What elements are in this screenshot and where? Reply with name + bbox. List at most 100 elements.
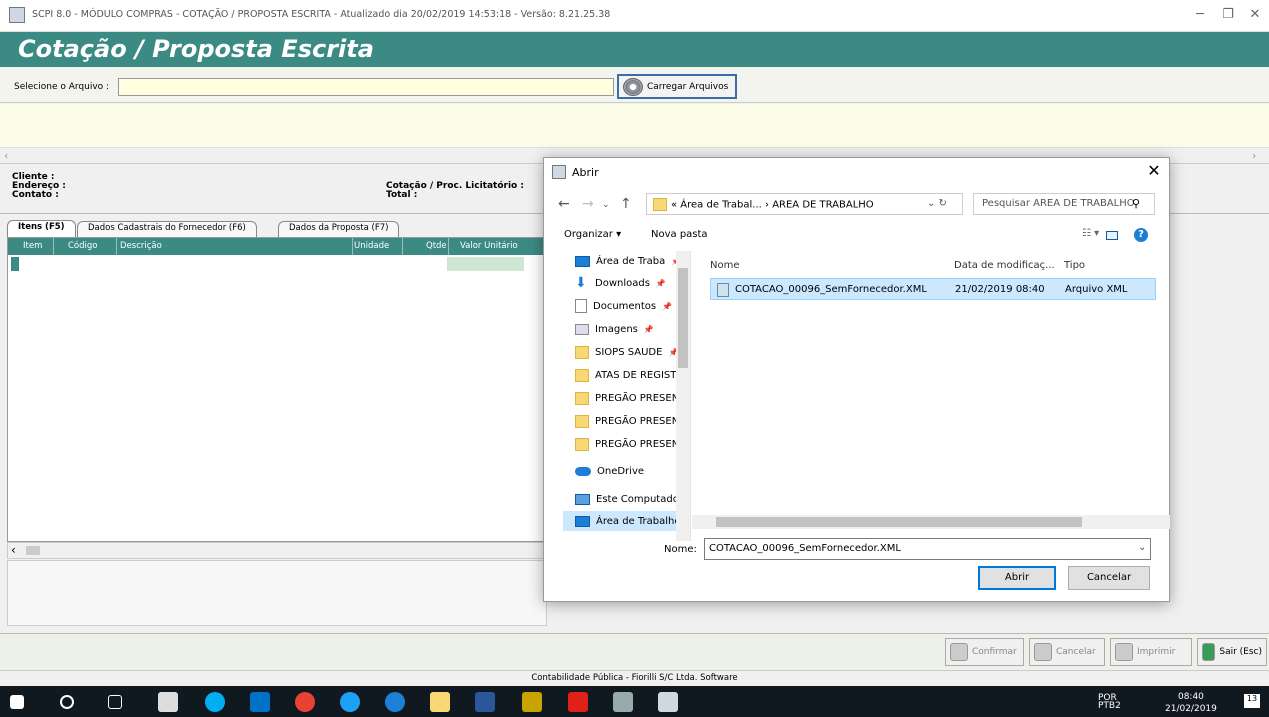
recent-dropdown-icon[interactable]: ⌄ [602,200,610,210]
file-list-scroll-thumb[interactable] [716,517,1082,527]
value-cell[interactable] [447,257,524,271]
tab-items[interactable]: Itens (F5) [7,220,76,238]
page-title: Cotação / Proposta Escrita [18,35,374,63]
col-name[interactable]: Nome [710,260,740,271]
scpi-icon[interactable] [658,692,678,712]
word-icon[interactable] [475,692,495,712]
exit-button[interactable]: Sair (Esc) [1197,638,1267,666]
printer-icon [1115,643,1133,661]
scroll-left-icon[interactable]: ‹ [4,149,8,162]
back-icon[interactable]: ← [558,196,570,212]
skype-icon[interactable] [205,692,225,712]
language-indicator[interactable]: POR PTB2 [1098,694,1121,711]
scroll-thumb[interactable] [26,546,40,555]
dialog-cancel-button[interactable]: Cancelar [1068,566,1150,590]
address-bar[interactable]: « Área de Trabal... › AREA DE TRABALHO [646,193,963,215]
app-icon-taskbar[interactable] [522,692,542,712]
view-options-icon[interactable]: ☷ ▾ [1082,228,1099,239]
col-code[interactable]: Código [68,241,98,251]
chrome-icon[interactable] [295,692,315,712]
nav-desktop-2[interactable]: Área de Trabalho [563,511,690,531]
col-unit-value[interactable]: Valor Unitário [460,241,518,251]
close-icon[interactable]: ✕ [1245,6,1265,24]
up-icon[interactable]: ↑ [620,196,632,212]
file-path-input[interactable] [118,78,614,96]
nav-pregao-2[interactable]: PREGÃO PRESEN [575,411,679,431]
open-button[interactable]: Abrir [978,566,1056,590]
col-description[interactable]: Descrição [120,241,162,251]
search-input[interactable]: Pesquisar AREA DE TRABALHO [973,193,1155,215]
items-grid: Item Código Descrição Unidade Qtde Valor… [7,237,548,542]
notification-icon[interactable]: 13 [1244,694,1260,708]
settings-app-icon[interactable] [613,692,633,712]
nav-downloads[interactable]: ⬇ Downloads 📌 [575,273,666,293]
dialog-close-icon[interactable]: ✕ [1144,161,1164,181]
col-item[interactable]: Item [23,241,42,251]
explorer-icon[interactable] [430,692,450,712]
organize-button[interactable]: Organizar ▾ [564,229,621,240]
cancel-label: Cancelar [1056,647,1096,657]
nav-documents[interactable]: Documentos 📌 [575,296,672,316]
app-icon [9,7,25,23]
nav-onedrive[interactable]: OneDrive [575,461,644,481]
confirm-button[interactable]: Confirmar [945,638,1024,666]
scroll-right-icon[interactable]: › [1252,149,1256,162]
dialog-toolbar: Organizar ▾ Nova pasta ☷ ▾ ? [544,224,1171,246]
confirm-icon [950,643,968,661]
maximize-icon[interactable]: ❐ [1218,6,1238,24]
clock[interactable]: 08:40 21/02/2019 [1165,691,1217,715]
address-dropdown-icon[interactable]: ⌄ ↻ [927,198,947,209]
col-unit[interactable]: Unidade [354,241,389,251]
minimize-icon[interactable]: ─ [1190,6,1210,24]
nav-this-pc[interactable]: Este Computador [575,489,683,509]
file-row[interactable]: COTACAO_00096_SemFornecedor.XML 21/02/20… [710,278,1156,300]
nav-desktop[interactable]: Área de Traba📌 [575,251,681,271]
file-name-label: Nome: [664,544,697,555]
file-select-label: Selecione o Arquivo : [14,82,110,92]
row-indicator [11,257,19,271]
search-icon[interactable]: ⚲ [1132,197,1140,210]
file-type: Arquivo XML [1065,284,1128,295]
outlook-icon[interactable] [250,692,270,712]
nav-pregao-3[interactable]: PREGÃO PRESEN [575,434,679,454]
computer-icon [575,493,590,505]
desktop-icon [575,255,590,267]
col-type[interactable]: Tipo [1064,260,1085,271]
task-view-icon[interactable] [108,695,122,709]
message-area [0,104,1269,148]
acrobat-icon[interactable] [568,692,588,712]
col-date[interactable]: Data de modificaç... [954,260,1055,271]
search-icon[interactable] [60,695,74,709]
file-name-input[interactable]: COTACAO_00096_SemFornecedor.XML [704,538,1151,560]
nav-siops[interactable]: SIOPS SAUDE 📌 [575,342,678,362]
window-titlebar: SCPI 8.0 - MÓDULO COMPRAS - COTAÇÃO / PR… [0,0,1269,32]
calculator-icon[interactable] [158,692,178,712]
scroll-left-icon[interactable]: ‹ [11,543,16,557]
print-button[interactable]: Imprimir [1110,638,1192,666]
preview-pane-icon[interactable] [1106,231,1118,240]
load-files-button[interactable]: Carregar Arquivos [617,74,737,99]
tab-proposal[interactable]: Dados da Proposta (F7) [278,221,400,237]
nav-images[interactable]: Imagens 📌 [575,319,654,339]
new-folder-button[interactable]: Nova pasta [651,229,708,240]
ie-icon[interactable] [385,692,405,712]
file-date: 21/02/2019 08:40 [955,284,1045,295]
window-title: SCPI 8.0 - MÓDULO COMPRAS - COTAÇÃO / PR… [32,9,611,20]
status-bar: Contabilidade Pública - Fiorilli S/C Ltd… [0,670,1269,686]
chevron-down-icon[interactable]: ⌄ [1138,542,1146,553]
download-icon: ⬇ [575,275,587,291]
open-dialog: Abrir ✕ ← → ⌄ ↑ « Área de Trabal... › AR… [543,157,1170,602]
grid-scrollbar[interactable]: ‹ [7,542,547,559]
address-text: « Área de Trabal... › AREA DE TRABALHO [671,199,874,211]
print-label: Imprimir [1137,647,1176,657]
col-qty[interactable]: Qtde [426,241,447,251]
nav-atas[interactable]: ATAS DE REGISTI [575,365,679,385]
cancel-button[interactable]: Cancelar [1029,638,1105,666]
windows-start-icon[interactable] [10,695,24,709]
nav-scroll-thumb[interactable] [678,268,688,368]
page-header: Cotação / Proposta Escrita [0,32,1269,67]
edge-icon[interactable] [340,692,360,712]
help-icon[interactable]: ? [1134,228,1148,242]
tab-supplier[interactable]: Dados Cadastrais do Fornecedor (F6) [77,221,257,237]
nav-pregao-1[interactable]: PREGÃO PRESEN [575,388,679,408]
